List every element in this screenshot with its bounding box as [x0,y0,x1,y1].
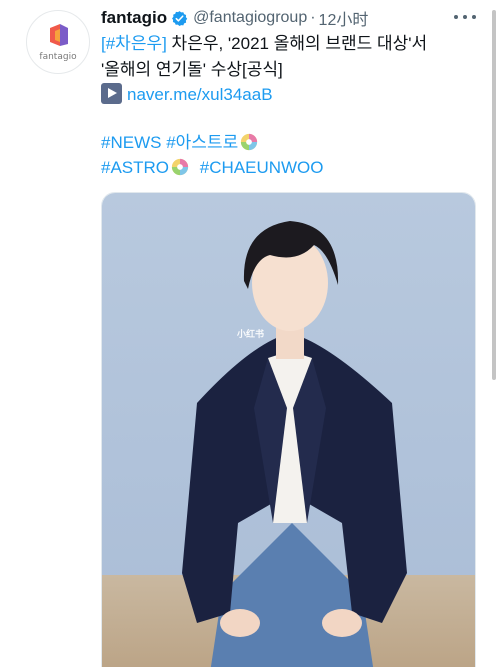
more-dot [463,15,467,19]
avatar-label: fantagio [39,52,77,62]
tweet-text-line-1: [#차은우] 차은우, '2021 올해의 브랜드 대상'서 [101,33,427,55]
tweet-header: fantagio @fantagiogroup · 12小时 [101,7,368,29]
hashtag-astro-kr[interactable]: #아스트로 [166,133,238,152]
author-name[interactable]: fantagio [101,8,167,28]
more-options-icon[interactable] [454,7,476,27]
hashtag-chaeunwoo-kr[interactable]: [#차은우] [101,34,167,53]
tweet-text-1: 차은우, '2021 올해의 브랜드 대상'서 [166,34,428,53]
astro-emoji-icon [171,158,189,176]
tweet-text-line-2: '올해의 연기돌' 수상[공식] [101,59,283,81]
left-hand [220,609,260,637]
astro-emoji-icon [241,133,258,151]
play-link-icon [101,83,122,104]
verified-badge-icon [172,10,188,26]
author-avatar[interactable]: fantagio [26,10,90,74]
hashtag-line-2: #ASTRO #CHAEUNWOO [101,157,324,179]
author-handle[interactable]: @fantagiogroup [193,9,307,27]
fantagio-logo-icon [50,24,68,46]
tweet-link-line: naver.me/xul34aaB [101,83,273,106]
portrait-illustration [102,193,475,667]
separator-dot: · [310,9,316,26]
hashtag-line-1: #NEWS #아스트로 [101,132,264,154]
tweet-text-2: '올해의 연기돌' 수상[공식] [101,60,283,79]
scrollbar[interactable] [492,10,496,380]
hashtag-chaeunwoo[interactable]: #CHAEUNWOO [200,158,324,177]
tweet[interactable]: fantagio fantagio @fantagiogroup · 12小时 … [0,0,500,667]
photo-watermark: 小红书 [237,329,265,339]
more-dot [454,15,458,19]
right-hand [322,609,362,637]
more-dot [472,15,476,19]
hashtag-news[interactable]: #NEWS [101,133,161,152]
tweet-time[interactable]: 12小时 [319,6,369,30]
hashtag-astro[interactable]: #ASTRO [101,158,169,177]
tweet-link[interactable]: naver.me/xul34aaB [127,85,273,104]
tweet-photo[interactable]: 小红书 [101,192,476,667]
